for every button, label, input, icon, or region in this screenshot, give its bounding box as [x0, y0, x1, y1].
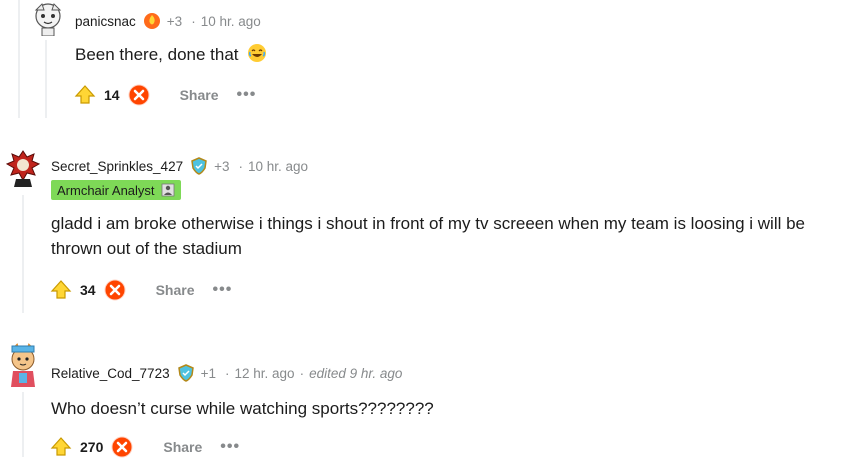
- karma-plus: +1: [200, 365, 216, 381]
- comment-body: Who doesn’t curse while watching sports?…: [51, 396, 434, 421]
- comment-text: gladd i am broke otherwise i things i sh…: [51, 214, 806, 258]
- action-bar: 270 Share •••: [50, 435, 240, 459]
- laughing-face-icon: [248, 44, 267, 62]
- vote-count: 14: [104, 87, 120, 103]
- timestamp[interactable]: 12 hr. ago: [235, 366, 295, 381]
- action-bar: 14 Share •••: [74, 83, 256, 107]
- upvote-icon[interactable]: [50, 436, 72, 458]
- vote-count: 34: [80, 282, 96, 298]
- vote-count: 270: [80, 439, 104, 455]
- flair-label: Armchair Analyst: [57, 182, 155, 198]
- avatar-panicsnac[interactable]: [30, 0, 66, 36]
- upvote-icon[interactable]: [74, 84, 96, 106]
- comment-body: Been there, done that: [75, 42, 267, 67]
- author-name[interactable]: panicsnac: [75, 14, 136, 29]
- action-bar: 34 Share •••: [50, 278, 232, 302]
- separator-dot: ·: [299, 365, 305, 381]
- avatar-secret-sprinkles[interactable]: [3, 147, 43, 187]
- comment-meta: Relative_Cod_7723 +1 · 12 hr. ago · edit…: [51, 363, 402, 383]
- comment-body: gladd i am broke otherwise i things i sh…: [51, 211, 841, 261]
- karma-plus: +3: [214, 158, 230, 174]
- karma-plus: +3: [166, 13, 183, 29]
- timestamp[interactable]: 10 hr. ago: [248, 159, 308, 174]
- share-button[interactable]: Share: [156, 282, 195, 298]
- timestamp[interactable]: 10 hr. ago: [201, 14, 261, 29]
- thread-line-parent[interactable]: [18, 0, 20, 118]
- edited-label: edited 9 hr. ago: [309, 365, 403, 381]
- author-name[interactable]: Relative_Cod_7723: [51, 366, 170, 381]
- comment-text: Who doesn’t curse while watching sports?…: [51, 399, 434, 418]
- separator-dot: ·: [191, 13, 196, 29]
- more-options-icon[interactable]: •••: [213, 281, 233, 299]
- downvote-icon[interactable]: [104, 279, 126, 301]
- more-options-icon[interactable]: •••: [237, 86, 257, 104]
- separator-dot: ·: [238, 158, 244, 174]
- analyst-person-icon: [161, 183, 174, 197]
- shield-badge-icon: [177, 364, 194, 382]
- downvote-icon[interactable]: [128, 84, 150, 106]
- shield-badge-icon: [191, 157, 207, 175]
- user-flair: Armchair Analyst: [51, 180, 181, 200]
- thread-line-reply[interactable]: [45, 40, 47, 118]
- upvote-icon[interactable]: [50, 279, 72, 301]
- separator-dot: ·: [225, 365, 230, 381]
- thread-line-relative[interactable]: [22, 392, 24, 457]
- share-button[interactable]: Share: [180, 87, 219, 103]
- share-button[interactable]: Share: [163, 439, 202, 455]
- avatar-relative-cod[interactable]: [3, 343, 43, 387]
- more-options-icon[interactable]: •••: [220, 438, 240, 456]
- comment-meta: panicsnac +3 · 10 hr. ago: [75, 11, 261, 31]
- thread-line-secret[interactable]: [22, 195, 24, 313]
- flame-badge-icon: [143, 13, 160, 29]
- downvote-icon[interactable]: [111, 436, 133, 458]
- author-name[interactable]: Secret_Sprinkles_427: [51, 159, 183, 174]
- comment-text: Been there, done that: [75, 45, 239, 64]
- comment-meta: Secret_Sprinkles_427 +3 · 10 hr. ago: [51, 156, 308, 176]
